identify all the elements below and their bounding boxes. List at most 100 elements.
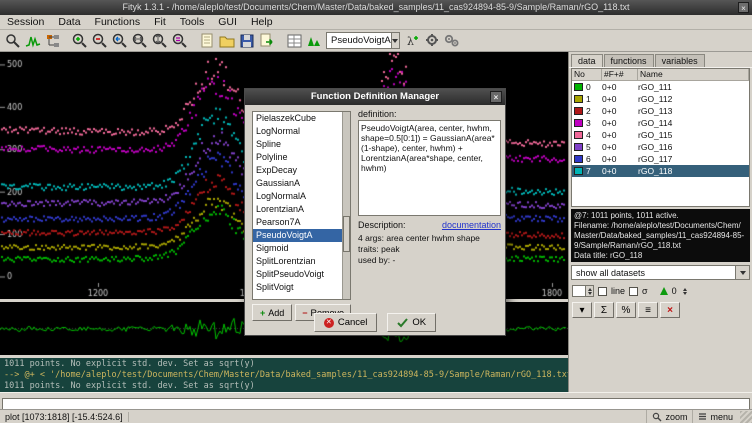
function-list-scrollbar[interactable] bbox=[342, 112, 350, 299]
status-bar: plot [1073:1818] [-15.4:524.6] zoom menu bbox=[0, 409, 752, 423]
new-session-button[interactable] bbox=[197, 31, 217, 50]
zoom-fit-vertical-button[interactable] bbox=[170, 31, 190, 50]
menu-item-session[interactable]: Session bbox=[0, 15, 51, 30]
zoom-in-button[interactable] bbox=[70, 31, 90, 50]
svg-text:λ: λ bbox=[407, 35, 414, 48]
open-file-button[interactable] bbox=[217, 31, 237, 50]
data-list-button[interactable]: ≡ bbox=[638, 302, 658, 318]
function-list-item[interactable]: SplitPseudoVoigt bbox=[253, 268, 350, 281]
sigma-checkbox[interactable] bbox=[629, 287, 638, 296]
input-row bbox=[0, 392, 752, 409]
function-tree-button[interactable] bbox=[43, 31, 63, 50]
zoom-out-button[interactable] bbox=[90, 31, 110, 50]
dataset-menu-button[interactable]: ▾ bbox=[572, 302, 592, 318]
settings-gear-button[interactable] bbox=[422, 31, 442, 50]
dataset-no: 4 bbox=[586, 129, 602, 141]
column-header: No bbox=[572, 69, 602, 80]
dataset-row[interactable]: 20+0rGO_113 bbox=[572, 105, 749, 117]
dataset-color-swatch bbox=[574, 131, 583, 139]
export-button[interactable] bbox=[257, 31, 277, 50]
function-list-item[interactable]: ExpDecay bbox=[253, 164, 350, 177]
data-curve-button[interactable] bbox=[23, 31, 43, 50]
function-list-item[interactable]: LogNormalA bbox=[253, 190, 350, 203]
delete-dataset-button[interactable]: × bbox=[660, 302, 680, 318]
resize-grip[interactable] bbox=[740, 411, 752, 423]
sum-datasets-button[interactable]: Σ bbox=[594, 302, 614, 318]
function-list-item[interactable]: Sigmoid bbox=[253, 242, 350, 255]
dataset-info: @7: 1011 points, 1011 active.Filename: /… bbox=[571, 209, 750, 262]
console-output-line: 1011 points. No explicit std. dev. Set a… bbox=[4, 381, 564, 392]
tab-functions[interactable]: functions bbox=[604, 54, 654, 67]
dataset-filter-select[interactable]: show all datasets bbox=[571, 265, 750, 280]
console-command-line: --> @+ < '/home/aleplo/test/Documents/Ch… bbox=[4, 370, 564, 381]
menu-bar: SessionDataFunctionsFitToolsGUIHelp bbox=[0, 15, 752, 30]
tab-data[interactable]: data bbox=[571, 54, 603, 67]
zoom-previous-button[interactable] bbox=[110, 31, 130, 50]
window-title: Fityk 1.3.1 - /home/aleplo/test/Document… bbox=[123, 2, 630, 12]
function-list-item[interactable]: SplitVoigt bbox=[253, 281, 350, 294]
dataset-fz: 0+0 bbox=[602, 81, 638, 93]
dataset-row[interactable]: 10+0rGO_112 bbox=[572, 93, 749, 105]
zoom-status-label: zoom bbox=[665, 412, 687, 422]
function-list-item[interactable]: Polyline bbox=[253, 151, 350, 164]
titlebar[interactable]: Fityk 1.3.1 - /home/aleplo/test/Document… bbox=[0, 0, 752, 15]
sidebar-tabs: datafunctionsvariables bbox=[569, 52, 752, 68]
shift-up-icon[interactable] bbox=[660, 287, 668, 295]
scrollbar-thumb[interactable] bbox=[343, 216, 350, 252]
line-checkbox[interactable] bbox=[598, 287, 607, 296]
save-session-button[interactable] bbox=[237, 31, 257, 50]
cancel-button[interactable]: ✕ Cancel bbox=[314, 313, 378, 332]
dataset-view-controls: line σ 0 bbox=[572, 284, 750, 298]
dataset-row[interactable]: 60+0rGO_117 bbox=[572, 153, 749, 165]
menu-item-fit[interactable]: Fit bbox=[147, 15, 173, 30]
menu-item-data[interactable]: Data bbox=[51, 15, 87, 30]
function-list-item[interactable]: PielaszekCube bbox=[253, 112, 350, 125]
function-list-item[interactable]: LogNormal bbox=[253, 125, 350, 138]
tab-variables[interactable]: variables bbox=[655, 54, 705, 67]
zoom-vertical-button[interactable] bbox=[150, 31, 170, 50]
dialog-close-button[interactable]: × bbox=[490, 91, 502, 103]
dataset-row[interactable]: 40+0rGO_115 bbox=[572, 129, 749, 141]
function-detail-line: used by: - bbox=[358, 255, 501, 266]
zoom-horizontal-button[interactable] bbox=[130, 31, 150, 50]
ok-button[interactable]: OK bbox=[387, 313, 436, 332]
transform-data-button[interactable]: % bbox=[616, 302, 636, 318]
menu-item-help[interactable]: Help bbox=[244, 15, 280, 30]
definition-text[interactable]: PseudoVoigtA(area, center, hwhm, shape=0… bbox=[358, 120, 501, 216]
zoom-status-button[interactable]: zoom bbox=[646, 410, 692, 423]
function-list-item[interactable]: Spline bbox=[253, 138, 350, 151]
function-list-item[interactable]: PseudoVoigtA bbox=[253, 229, 350, 242]
point-size-spinner[interactable] bbox=[572, 285, 594, 297]
function-list-item[interactable]: Pearson7A bbox=[253, 216, 350, 229]
close-window-button[interactable]: × bbox=[738, 2, 749, 13]
data-table-button[interactable] bbox=[284, 31, 304, 50]
column-header: #F+# bbox=[602, 69, 638, 80]
documentation-link[interactable]: documentation bbox=[442, 220, 501, 230]
function-type-value: PseudoVoigtA bbox=[331, 35, 391, 46]
menu-item-functions[interactable]: Functions bbox=[88, 15, 148, 30]
dataset-name: rGO_114 bbox=[638, 117, 749, 129]
output-console[interactable]: 1011 points. No explicit std. dev. Set a… bbox=[0, 358, 568, 392]
dataset-row[interactable]: 30+0rGO_114 bbox=[572, 117, 749, 129]
menu-item-gui[interactable]: GUI bbox=[211, 15, 244, 30]
menu-status-button[interactable]: menu bbox=[692, 410, 738, 423]
function-list[interactable]: PielaszekCubeLogNormalSplinePolylineExpD… bbox=[252, 111, 351, 300]
dialog-titlebar[interactable]: Function Definition Manager × bbox=[245, 89, 505, 105]
shift-spinner[interactable] bbox=[681, 285, 689, 297]
dataset-row[interactable]: 70+0rGO_118 bbox=[572, 165, 749, 177]
dataset-row[interactable]: 00+0rGO_111 bbox=[572, 81, 749, 93]
function-list-item[interactable]: GaussianA bbox=[253, 177, 350, 190]
function-list-item[interactable]: SplitLorentzian bbox=[253, 255, 350, 268]
dataset-row[interactable]: 50+0rGO_116 bbox=[572, 141, 749, 153]
dialog-title: Function Definition Manager bbox=[311, 91, 439, 102]
gui-config-button[interactable] bbox=[442, 31, 462, 50]
auto-add-button[interactable]: λ bbox=[402, 31, 422, 50]
function-list-item[interactable]: LorentzianA bbox=[253, 203, 350, 216]
zoom-all-button[interactable] bbox=[3, 31, 23, 50]
dataset-name: rGO_118 bbox=[638, 165, 749, 177]
function-type-select[interactable]: PseudoVoigtA bbox=[326, 32, 400, 49]
dataset-info-line: Filename: /home/aleplo/test/Documents/Ch… bbox=[574, 221, 747, 251]
menu-status-label: menu bbox=[710, 412, 733, 422]
add-peak-button[interactable] bbox=[304, 31, 324, 50]
menu-item-tools[interactable]: Tools bbox=[173, 15, 212, 30]
